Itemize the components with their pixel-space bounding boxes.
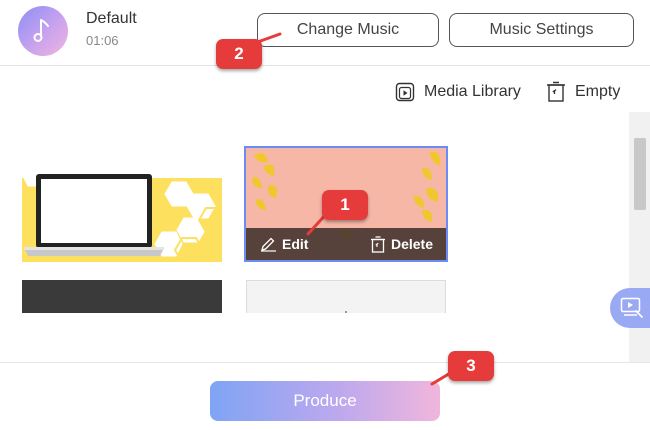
track-name: Default bbox=[86, 10, 137, 27]
header-divider bbox=[0, 65, 650, 66]
callout-marker-3: 3 bbox=[448, 351, 494, 381]
music-avatar bbox=[18, 6, 68, 56]
footer-divider bbox=[0, 362, 650, 363]
screen-play-icon bbox=[620, 297, 643, 318]
media-thumbnail-laptop[interactable] bbox=[22, 148, 222, 262]
track-duration: 01:06 bbox=[86, 33, 119, 48]
edit-label: Edit bbox=[282, 236, 309, 252]
delete-label: Delete bbox=[390, 236, 433, 252]
media-library-button[interactable]: Media Library bbox=[395, 80, 521, 104]
clip-toolbar: Edit Delete bbox=[246, 228, 446, 260]
media-thumbnail-dark[interactable] bbox=[22, 280, 222, 313]
media-thumbnail-light[interactable] bbox=[246, 280, 446, 313]
trash-icon bbox=[547, 81, 565, 102]
callout-marker-1: 1 bbox=[322, 190, 368, 220]
empty-label: Empty bbox=[575, 83, 621, 100]
header: Default 01:06 Change Music Music Setting… bbox=[0, 0, 650, 64]
thumbnail-dot bbox=[345, 311, 347, 313]
edit-clip-button[interactable]: Edit bbox=[260, 236, 308, 252]
scrollbar-thumb[interactable] bbox=[634, 138, 646, 210]
preview-float-button[interactable] bbox=[610, 288, 650, 328]
produce-button[interactable]: Produce bbox=[210, 381, 440, 421]
music-note-icon bbox=[33, 19, 49, 42]
media-library-label: Media Library bbox=[424, 83, 521, 100]
music-settings-button[interactable]: Music Settings bbox=[449, 13, 634, 47]
callout-marker-2: 2 bbox=[216, 39, 262, 69]
media-library-icon bbox=[395, 82, 415, 102]
pencil-icon bbox=[261, 237, 276, 252]
laptop-image bbox=[22, 148, 222, 262]
change-music-button[interactable]: Change Music bbox=[257, 13, 439, 47]
trash-icon bbox=[370, 235, 385, 253]
delete-clip-button[interactable]: Delete bbox=[370, 235, 433, 253]
empty-button[interactable]: Empty bbox=[546, 80, 620, 104]
